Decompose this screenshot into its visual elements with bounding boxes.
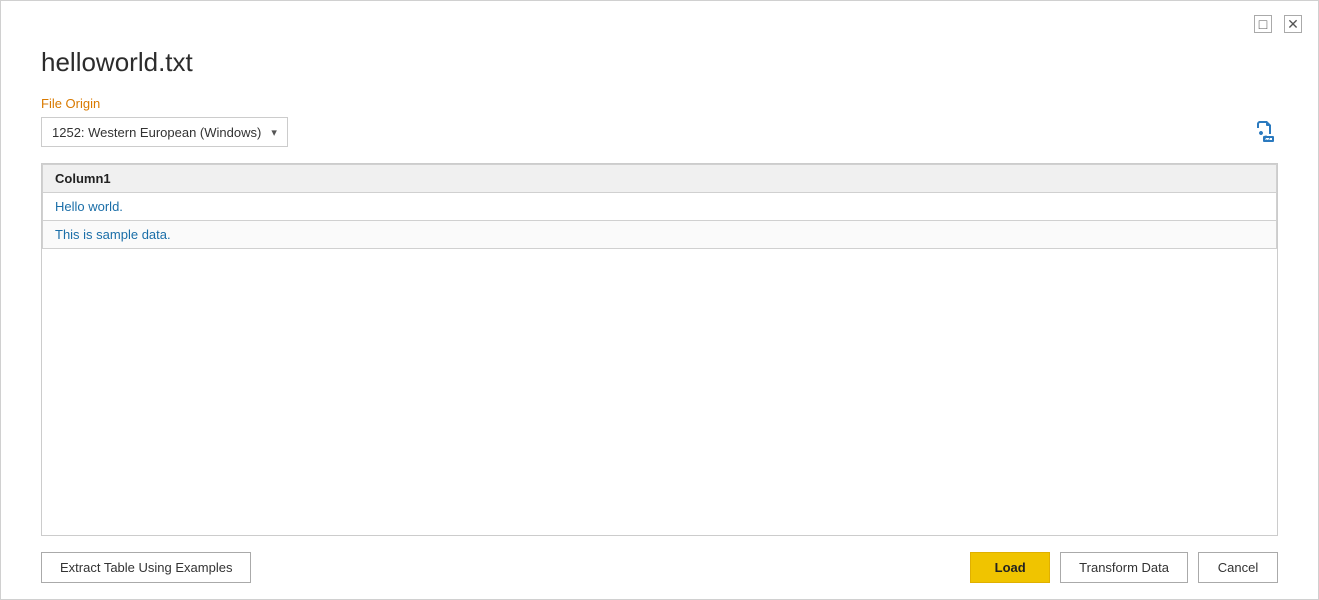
footer-left: Extract Table Using Examples (41, 552, 251, 583)
file-title: helloworld.txt (41, 47, 1278, 78)
main-window: □ ✕ helloworld.txt File Origin 1252: Wes… (0, 0, 1319, 600)
table-cell: Hello world. (43, 193, 1277, 221)
extract-table-button[interactable]: Extract Table Using Examples (41, 552, 251, 583)
table-row: Hello world. (43, 193, 1277, 221)
refresh-icon-button[interactable]: ↻ (1250, 118, 1278, 146)
minimize-button[interactable]: □ (1254, 15, 1272, 33)
title-bar: □ ✕ (1, 1, 1318, 37)
data-table: Column1 Hello world.This is sample data. (42, 164, 1277, 249)
data-table-container[interactable]: Column1 Hello world.This is sample data. (41, 163, 1278, 536)
dropdown-row: 1252: Western European (Windows) ▾ ↻ (41, 117, 1278, 147)
column1-header: Column1 (43, 165, 1277, 193)
table-header-row: Column1 (43, 165, 1277, 193)
footer-right: Load Transform Data Cancel (970, 552, 1278, 583)
file-origin-dropdown[interactable]: 1252: Western European (Windows) ▾ (41, 117, 288, 147)
footer: Extract Table Using Examples Load Transf… (1, 536, 1318, 599)
table-row: This is sample data. (43, 221, 1277, 249)
file-origin-label: File Origin (41, 96, 1278, 111)
cancel-button[interactable]: Cancel (1198, 552, 1278, 583)
chevron-down-icon: ▾ (271, 126, 277, 139)
transform-data-button[interactable]: Transform Data (1060, 552, 1188, 583)
svg-text:↻: ↻ (1264, 134, 1271, 143)
load-button[interactable]: Load (970, 552, 1050, 583)
close-button[interactable]: ✕ (1284, 15, 1302, 33)
content-area: helloworld.txt File Origin 1252: Western… (1, 37, 1318, 536)
title-bar-controls: □ ✕ (1254, 15, 1302, 33)
dropdown-value: 1252: Western European (Windows) (52, 125, 261, 140)
table-cell: This is sample data. (43, 221, 1277, 249)
